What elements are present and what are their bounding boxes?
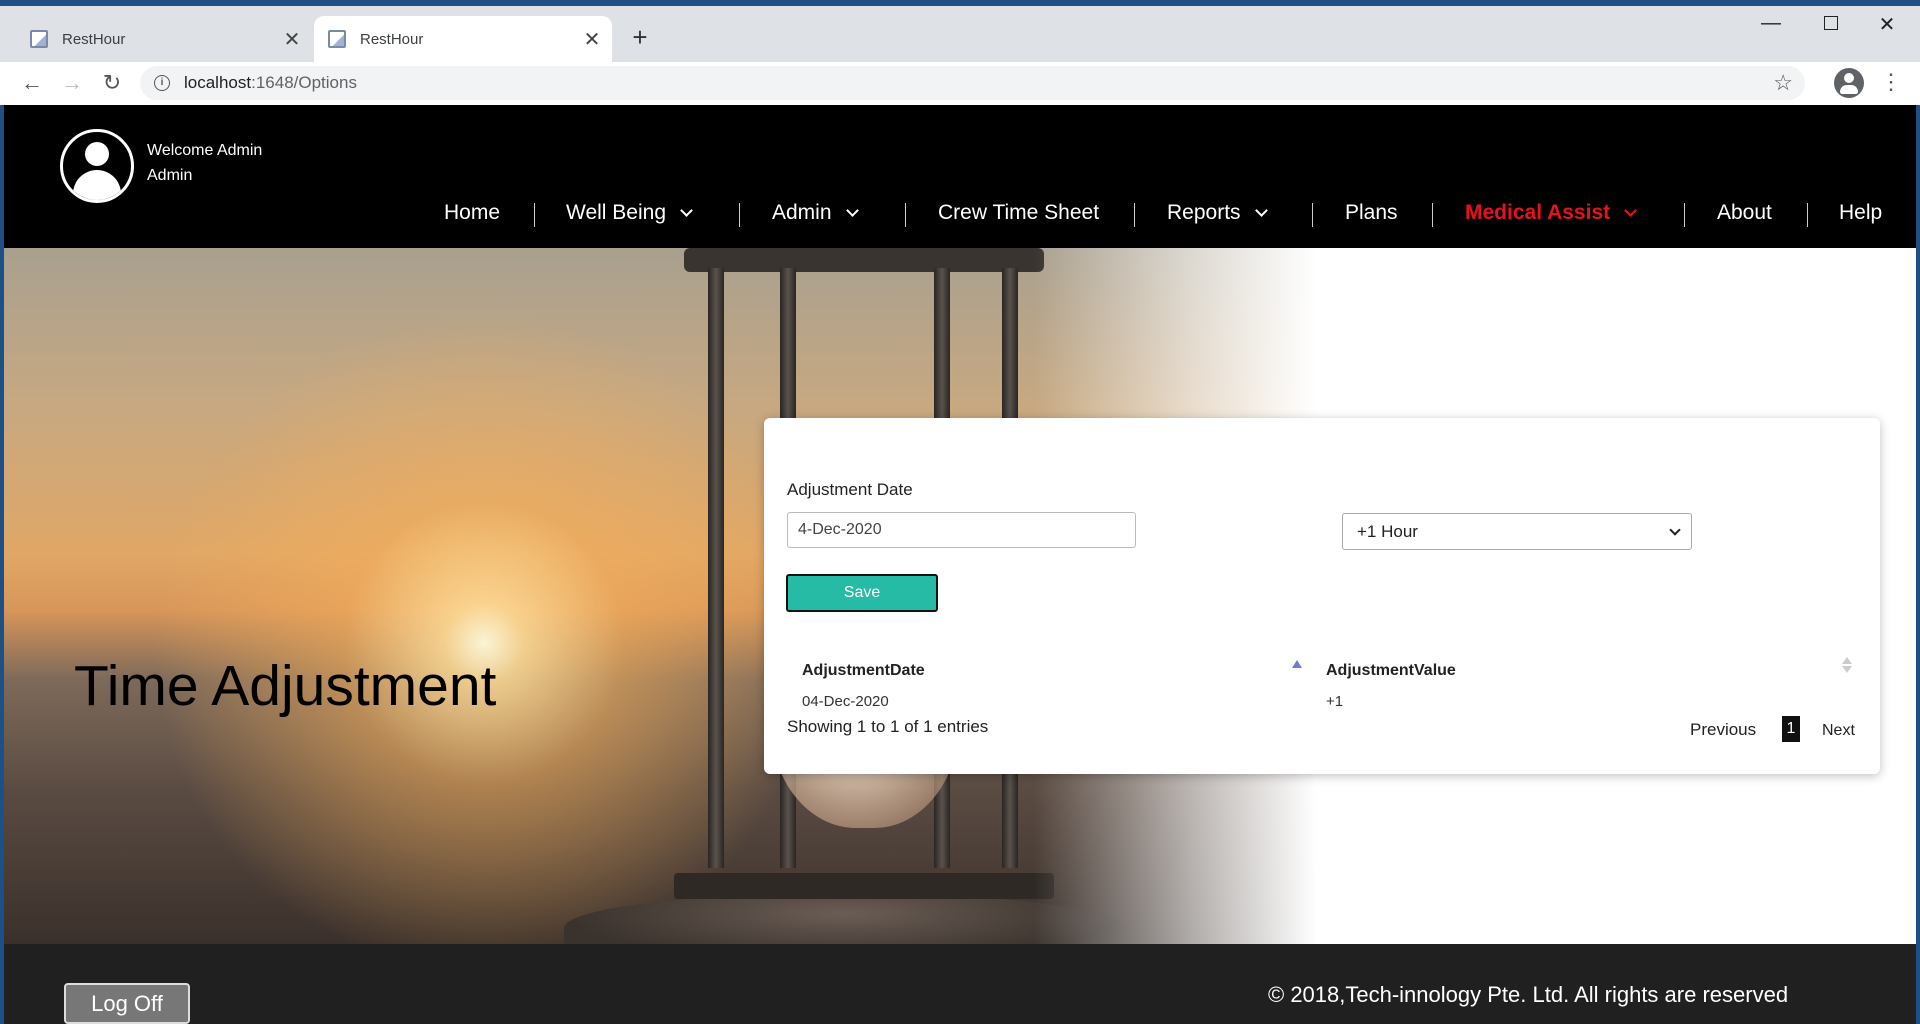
profile-icon[interactable] (1834, 68, 1864, 98)
sort-ascending-icon[interactable] (1292, 660, 1302, 668)
site-footer: Log Off © 2018,Tech-innology Pte. Ltd. A… (4, 944, 1916, 1024)
tab-close-icon[interactable]: ✕ (580, 27, 604, 52)
hero-banner: Time Adjustment Adjustment Date +1 Hour … (4, 248, 1916, 963)
adjustment-hour-value: +1 Hour (1357, 521, 1418, 541)
page-title: Time Adjustment (74, 654, 497, 718)
new-tab-icon[interactable]: + (626, 22, 654, 53)
url-text[interactable]: localhost:1648/Options (184, 73, 357, 93)
nav-separator (1312, 203, 1313, 227)
window-close-icon[interactable]: ✕ (1872, 12, 1902, 36)
back-arrow-icon[interactable]: ← (18, 70, 46, 98)
nav-admin[interactable]: Admin (772, 193, 859, 233)
nav-help[interactable]: Help (1839, 193, 1882, 233)
reload-icon[interactable]: ↻ (98, 70, 126, 98)
tab-close-icon[interactable]: ✕ (280, 27, 304, 52)
nav-well-being[interactable]: Well Being (566, 193, 693, 233)
browser-toolbar: ← → ↻ i localhost:1648/Options ☆ ⋮ (0, 62, 1920, 105)
chevron-down-icon (1254, 203, 1268, 217)
browser-tab-1[interactable]: RestHour ✕ (16, 16, 312, 62)
nav-medical-assist[interactable]: Medical Assist (1465, 193, 1637, 233)
chevron-down-icon (1624, 203, 1637, 217)
page-favicon-icon (328, 30, 346, 48)
table-info: Showing 1 to 1 of 1 entries (787, 717, 989, 736)
bookmark-star-icon[interactable]: ☆ (1773, 70, 1793, 96)
site-header: Welcome Admin Admin Home Well Being Admi… (4, 105, 1916, 248)
pagination-previous[interactable]: Previous (1690, 720, 1756, 740)
nav-about[interactable]: About (1717, 193, 1772, 233)
time-adjustment-card: Adjustment Date +1 Hour Save AdjustmentD… (764, 418, 1880, 774)
nav-separator (534, 203, 535, 227)
web-page: Welcome Admin Admin Home Well Being Admi… (4, 105, 1916, 1024)
browser-tab-2[interactable]: RestHour ✕ (314, 16, 612, 62)
table-cell-value: +1 (1326, 693, 1344, 710)
welcome-line-2: Admin (147, 167, 193, 184)
forward-arrow-icon[interactable]: → (58, 70, 86, 98)
adjustment-hour-select[interactable]: +1 Hour (1342, 513, 1692, 550)
nav-separator (905, 203, 906, 227)
log-off-button[interactable]: Log Off (64, 983, 190, 1024)
chevron-down-icon (680, 203, 693, 217)
nav-separator (1134, 203, 1135, 227)
site-info-icon[interactable]: i (154, 75, 170, 91)
adjustment-date-label: Adjustment Date (787, 480, 913, 499)
sort-icon[interactable] (1842, 656, 1852, 676)
copyright-text: © 2018,Tech-innology Pte. Ltd. All right… (1268, 982, 1789, 1007)
adjustment-date-input[interactable] (787, 512, 1136, 548)
save-button[interactable]: Save (786, 574, 938, 612)
main-nav: Home Well Being Admin Crew Time Sheet Re… (4, 193, 1916, 233)
welcome-line-1: Welcome Admin (147, 142, 263, 159)
tab-title: RestHour (62, 30, 126, 48)
column-header-adjustment-value[interactable]: AdjustmentValue (1326, 662, 1456, 680)
maximize-icon[interactable] (1816, 12, 1846, 36)
nav-home[interactable]: Home (444, 193, 500, 233)
browser-chrome: RestHour ✕ RestHour ✕ + — ✕ ← → ↻ i loca… (0, 0, 1920, 105)
table-cell-date: 04-Dec-2020 (802, 693, 889, 710)
browser-menu-icon[interactable]: ⋮ (1880, 70, 1902, 94)
nav-separator (739, 203, 740, 227)
nav-crew-time-sheet[interactable]: Crew Time Sheet (938, 193, 1099, 233)
page-favicon-icon (30, 30, 48, 48)
pagination-next[interactable]: Next (1822, 722, 1855, 740)
nav-reports[interactable]: Reports (1167, 193, 1268, 233)
welcome-text: Welcome Admin Admin (147, 138, 262, 188)
nav-separator (1807, 203, 1808, 227)
nav-separator (1432, 203, 1433, 227)
pagination-page-current[interactable]: 1 (1782, 716, 1800, 742)
address-bar[interactable]: i localhost:1648/Options ☆ (140, 66, 1805, 100)
user-avatar-icon (60, 129, 134, 203)
chevron-down-icon (1669, 524, 1681, 536)
column-header-adjustment-date[interactable]: AdjustmentDate (802, 662, 925, 680)
tab-title: RestHour (360, 30, 424, 48)
window-border (0, 0, 1920, 6)
minimize-icon[interactable]: — (1756, 12, 1786, 36)
chevron-down-icon (845, 203, 859, 217)
nav-plans[interactable]: Plans (1345, 193, 1398, 233)
nav-separator (1684, 203, 1685, 227)
